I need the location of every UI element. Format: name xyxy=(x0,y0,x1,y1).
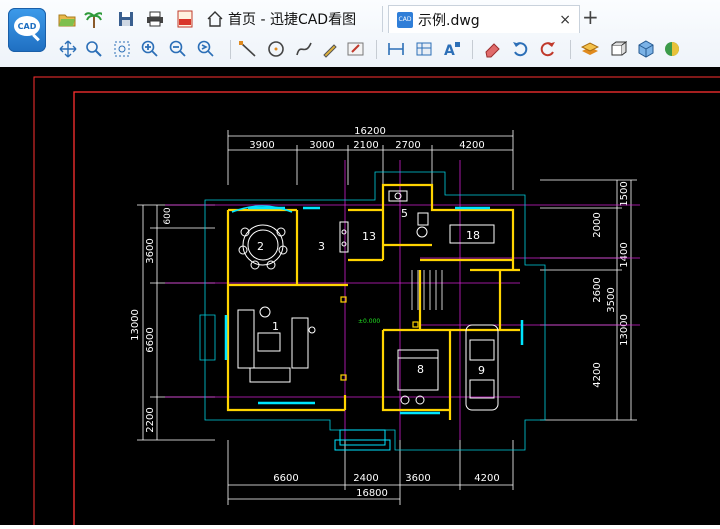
dim-top-part: 2100 xyxy=(353,140,378,151)
3d-box-icon[interactable] xyxy=(608,39,628,59)
dim-left-part: 2200 xyxy=(145,407,156,432)
room-label: 2 xyxy=(257,240,264,253)
text-tool-icon[interactable]: A xyxy=(442,39,462,59)
room-label: 18 xyxy=(466,229,480,242)
redo-icon[interactable] xyxy=(538,39,558,59)
drawing-canvas[interactable]: 16200 3900 3000 2100 2700 4200 6600 2400… xyxy=(0,67,720,529)
zoom-in-icon[interactable] xyxy=(140,39,160,59)
tab-drawing[interactable]: CAD 示例.dwg × xyxy=(388,5,580,33)
room-label: 9 xyxy=(478,364,485,377)
entrance-steps xyxy=(334,429,391,451)
room-label: 13 xyxy=(362,230,376,243)
home-icon xyxy=(207,11,223,27)
dim-top-part: 4200 xyxy=(459,140,484,151)
undo-icon[interactable] xyxy=(510,39,530,59)
export-pdf-icon[interactable] xyxy=(176,10,194,28)
bathroom-fixtures xyxy=(388,190,429,238)
dim-bottom-part: 2400 xyxy=(353,473,378,484)
eraser-icon[interactable] xyxy=(482,39,502,59)
floor-plan-drawing[interactable]: 16200 3900 3000 2100 2700 4200 6600 2400… xyxy=(0,67,720,529)
dimension-right xyxy=(540,179,637,421)
tab-home-label: 首页 - 迅捷CAD看图 xyxy=(228,12,357,28)
toolbar-separator xyxy=(570,40,571,59)
render-sphere-icon[interactable] xyxy=(660,39,680,59)
zoom-previous-icon[interactable] xyxy=(196,39,216,59)
zoom-realtime-icon[interactable] xyxy=(84,39,104,59)
inner-frame xyxy=(73,91,720,529)
dim-bottom-total: 16800 xyxy=(356,488,388,499)
sofa-set xyxy=(237,306,316,383)
toolbar: A xyxy=(58,37,720,63)
new-tab-button[interactable]: + xyxy=(582,5,599,29)
app-logo-text: CAD xyxy=(14,16,40,36)
bed xyxy=(397,349,439,405)
dim-left-part: 3600 xyxy=(145,238,156,263)
line-tool-icon[interactable] xyxy=(238,39,258,59)
dim-top-part: 2700 xyxy=(395,140,420,151)
save-icon[interactable] xyxy=(117,10,135,28)
palm-tree-icon[interactable] xyxy=(84,10,102,28)
toolbar-separator xyxy=(376,40,377,59)
axis-grid-lines xyxy=(165,160,640,440)
dim-top-part: 3900 xyxy=(249,140,274,151)
room-label: 3 xyxy=(318,240,325,253)
app-logo[interactable]: CAD xyxy=(8,8,46,52)
dim-right-part: 2600 xyxy=(592,277,603,302)
stairs xyxy=(411,270,443,310)
zoom-out-icon[interactable] xyxy=(168,39,188,59)
tab-home[interactable]: 首页 - 迅捷CAD看图 xyxy=(204,6,383,32)
zoom-window-icon[interactable] xyxy=(112,39,132,59)
markup-icon[interactable] xyxy=(346,39,366,59)
dim-bottom-part: 6600 xyxy=(273,473,298,484)
dim-left-part: 600 xyxy=(163,207,173,224)
dim-right-part: 2000 xyxy=(592,212,603,237)
dim-top-total: 16200 xyxy=(354,126,386,137)
walls xyxy=(226,183,520,420)
layers-icon[interactable] xyxy=(580,39,600,59)
toolbar-separator xyxy=(472,40,473,59)
table-tool-icon[interactable] xyxy=(414,39,434,59)
toolbar-separator xyxy=(230,40,231,59)
dimension-top xyxy=(227,130,514,190)
title-bar: CAD 首页 - 迅捷CAD看图 CAD 示例.dwg × + A xyxy=(0,0,720,67)
columns xyxy=(340,296,419,381)
tab-drawing-label: 示例.dwg xyxy=(418,12,480,29)
room-label: 1 xyxy=(272,320,279,333)
magnifier-icon xyxy=(32,33,40,42)
dim-right-part: 4200 xyxy=(592,362,603,387)
dim-bottom-part: 4200 xyxy=(474,473,499,484)
pan-icon[interactable] xyxy=(58,39,78,59)
close-tab-button[interactable]: × xyxy=(559,12,571,28)
dimension-tool-icon[interactable] xyxy=(386,39,406,59)
outer-wall-outline xyxy=(199,171,546,451)
dim-right-total: 13000 xyxy=(619,314,630,346)
3d-view-icon[interactable] xyxy=(636,39,656,59)
dim-bottom-part: 3600 xyxy=(405,473,430,484)
dim-top-part: 3000 xyxy=(309,140,334,151)
room-label: 5 xyxy=(401,207,408,220)
room-label: 8 xyxy=(417,363,424,376)
dim-right-part: 3500 xyxy=(606,287,617,312)
print-icon[interactable] xyxy=(146,10,164,28)
sketch-pen-icon[interactable] xyxy=(320,39,340,59)
dim-left-total: 13000 xyxy=(130,309,141,341)
svg-text:A: A xyxy=(444,43,455,58)
spline-tool-icon[interactable] xyxy=(294,39,314,59)
level-mark: ±0.000 xyxy=(358,318,380,325)
dwg-file-icon: CAD xyxy=(397,11,413,28)
dim-right-part: 1500 xyxy=(619,181,630,206)
open-file-icon[interactable] xyxy=(58,10,76,28)
kitchen-counter xyxy=(339,221,349,253)
dim-left-part: 6600 xyxy=(145,327,156,352)
dim-right-part: 1400 xyxy=(619,242,630,267)
circle-tool-icon[interactable] xyxy=(266,39,286,59)
